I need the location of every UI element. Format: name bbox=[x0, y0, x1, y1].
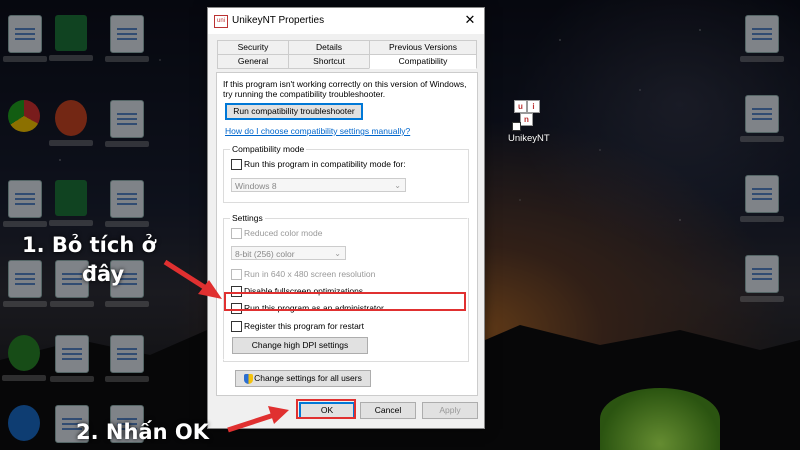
step1-annotation-line1: 1. Bỏ tích ở bbox=[22, 233, 157, 257]
step2-annotation: 2. Nhấn OK bbox=[76, 420, 209, 444]
step2-arrow bbox=[227, 412, 275, 433]
step1-annotation-line2: đây bbox=[82, 262, 125, 286]
step2-arrowhead bbox=[268, 406, 289, 424]
annotation-arrows bbox=[163, 259, 289, 433]
